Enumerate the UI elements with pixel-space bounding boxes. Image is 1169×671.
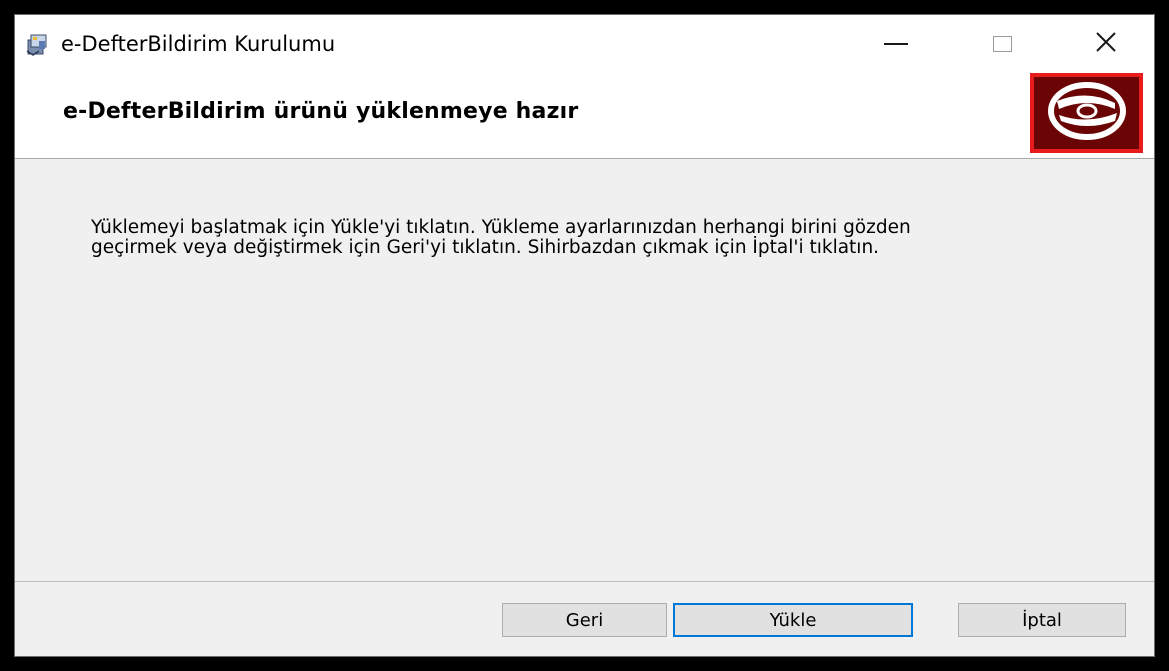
window-title: e-DefterBildirim Kurulumu	[61, 32, 336, 56]
close-icon	[1095, 31, 1117, 58]
instructions-line-2: geçirmek veya değiştirmek için Geri'yi t…	[91, 237, 880, 258]
wizard-header: e-DefterBildirim ürünü yüklenmeye hazır	[15, 73, 1154, 159]
close-button[interactable]	[1071, 15, 1141, 73]
installer-window: e-DefterBildirim Kurulumu e-DefterBildir…	[14, 14, 1155, 657]
banner-image	[1030, 73, 1143, 153]
cancel-button[interactable]: İptal	[958, 603, 1126, 637]
instructions-line-1: Yüklemeyi başlatmak için Yükle'yi tıklat…	[91, 217, 911, 238]
back-button[interactable]: Geri	[502, 603, 667, 637]
instructions-text: Yüklemeyi başlatmak için Yükle'yi tıklat…	[91, 218, 1101, 258]
cd-disc-icon	[1043, 79, 1131, 148]
maximize-icon	[992, 36, 1012, 52]
title-bar[interactable]: e-DefterBildirim Kurulumu	[15, 15, 1154, 73]
page-title: e-DefterBildirim ürünü yüklenmeye hazır	[63, 99, 579, 124]
installer-box-icon	[25, 31, 51, 57]
minimize-button[interactable]	[861, 15, 931, 73]
install-button[interactable]: Yükle	[673, 603, 913, 637]
minimize-icon	[884, 43, 908, 45]
maximize-button[interactable]	[967, 15, 1037, 73]
footer-divider	[15, 581, 1154, 582]
